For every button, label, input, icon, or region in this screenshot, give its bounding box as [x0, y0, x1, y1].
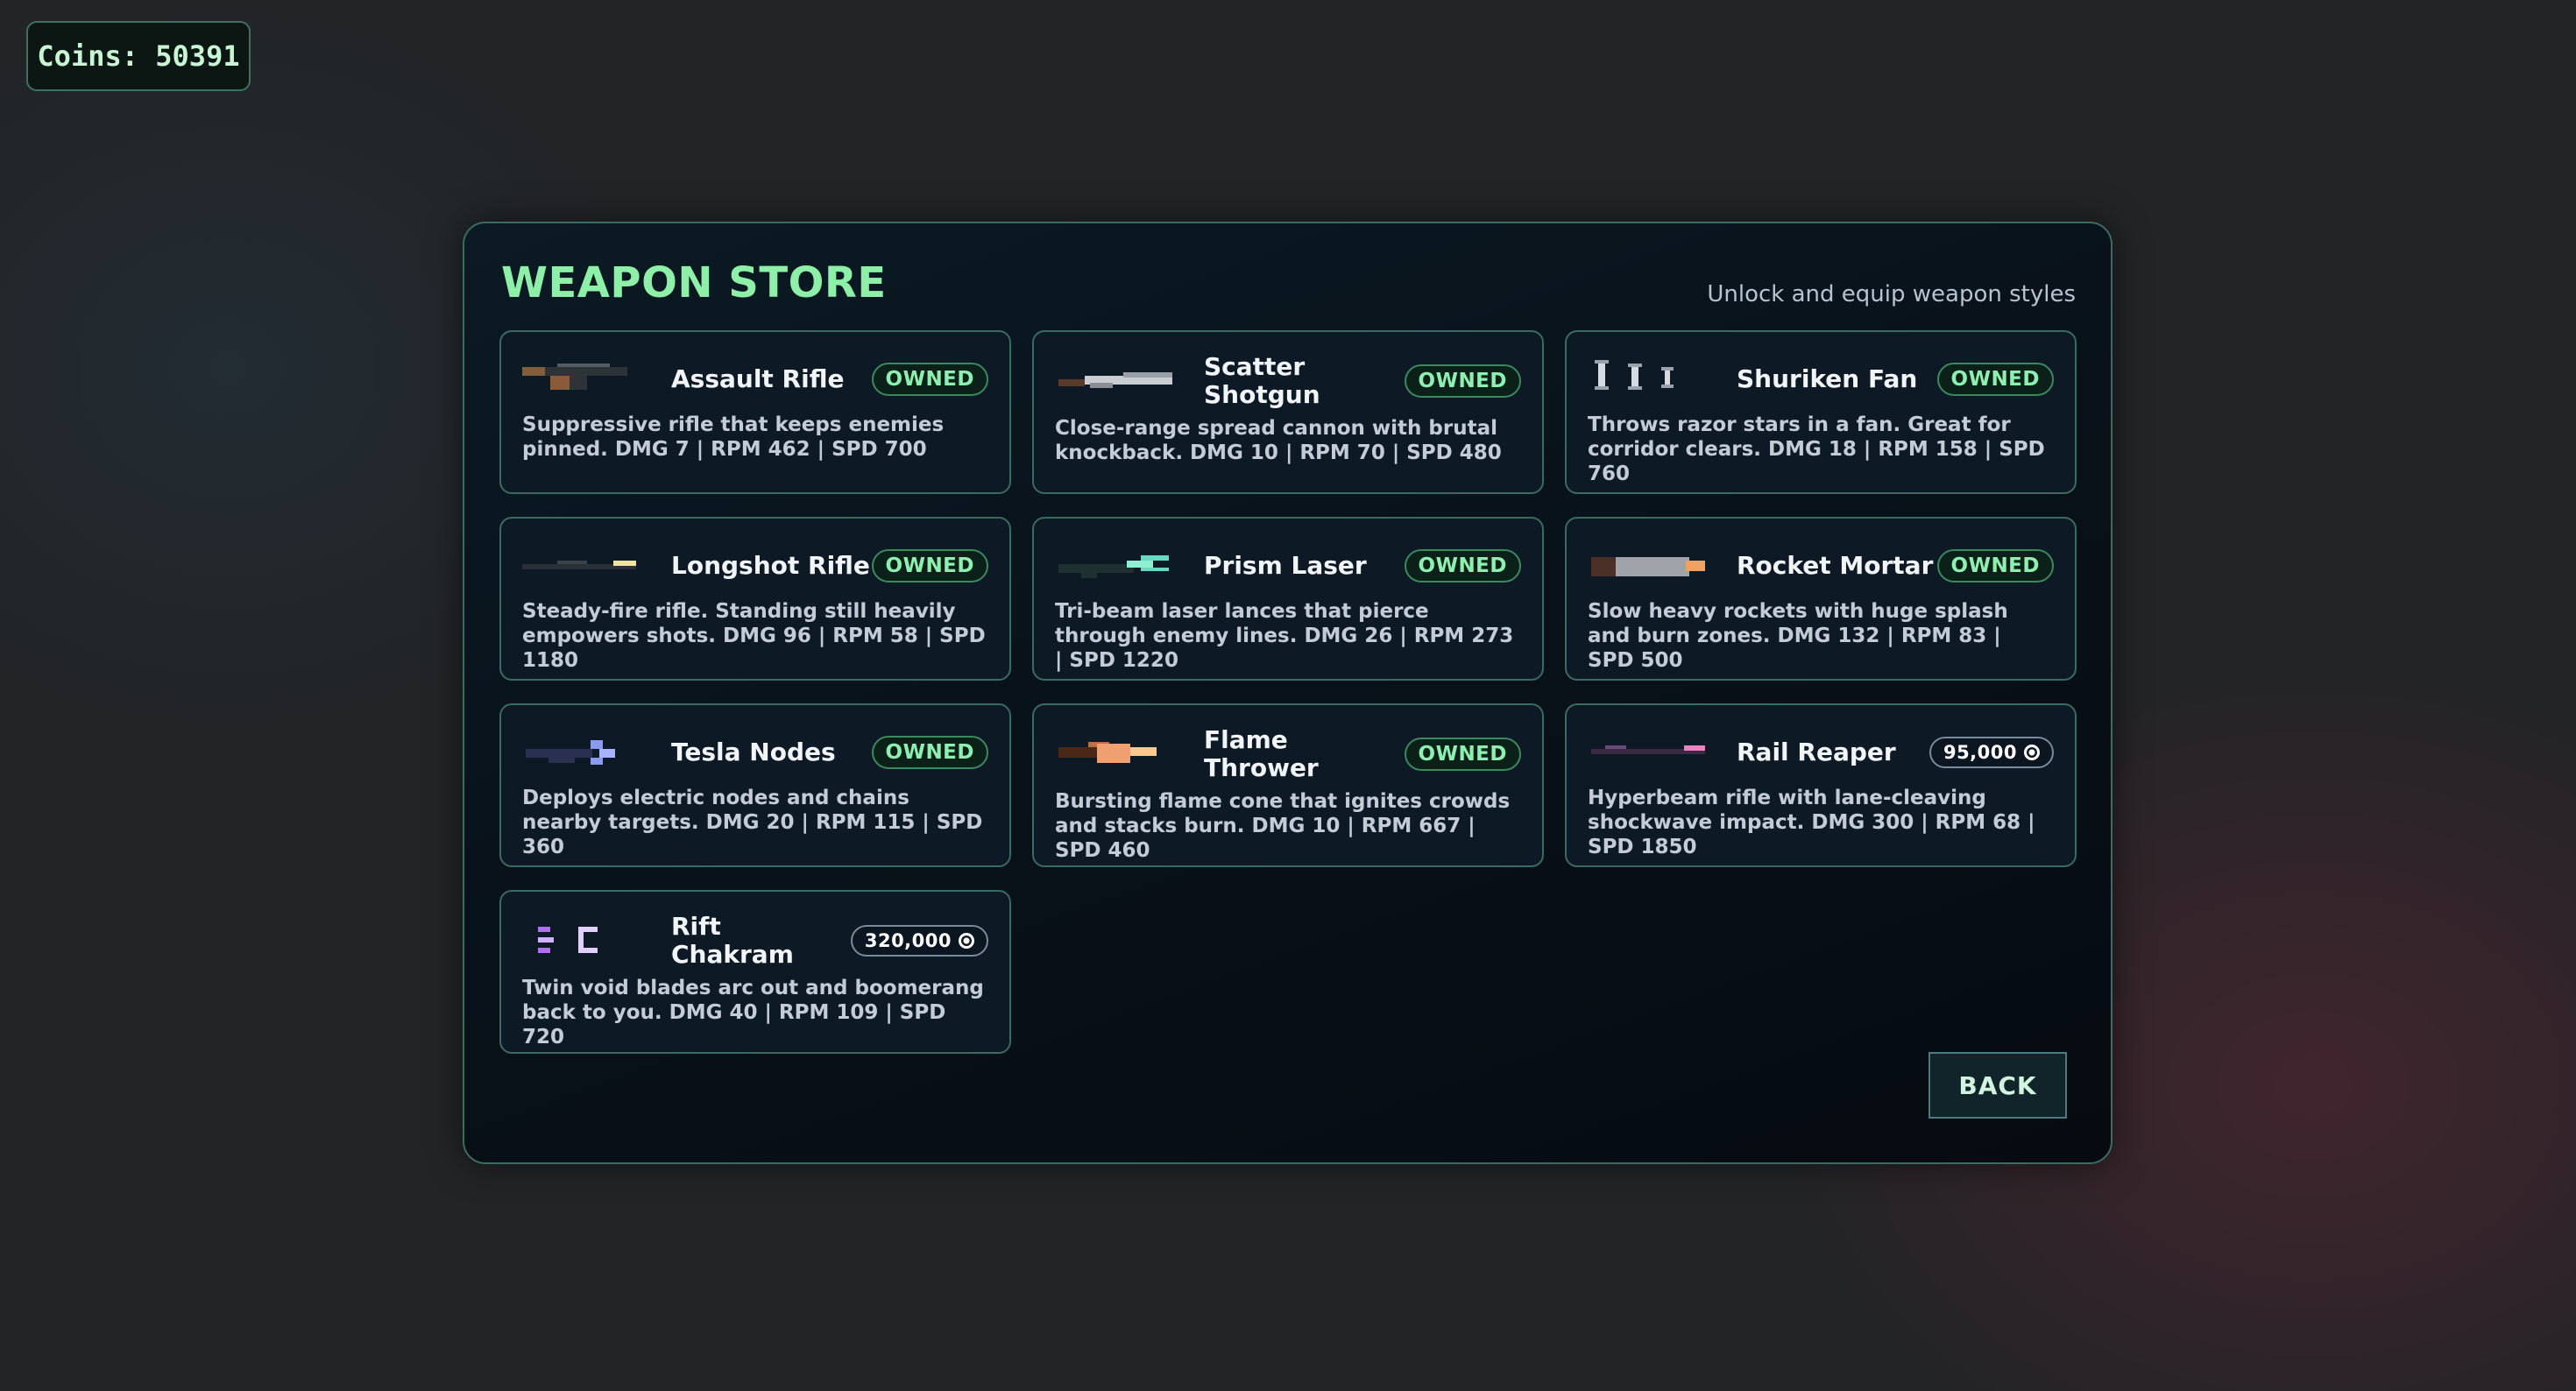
rocket-mortar-icon	[1591, 557, 1705, 576]
store-subtitle: Unlock and equip weapon styles	[1707, 281, 2076, 307]
price-value: 320,000	[864, 930, 952, 951]
weapon-name: Assault Rifle	[671, 364, 845, 393]
owned-badge: OWNED	[1936, 363, 2054, 396]
price-value: 95,000	[1943, 742, 2017, 763]
weapon-name: Scatter Shotgun	[1204, 352, 1320, 409]
weapon-name: Prism Laser	[1204, 551, 1367, 580]
shuriken-fan-icon	[1595, 360, 1674, 390]
weapon-description: Throws razor stars in a fan. Great for c…	[1588, 413, 2045, 485]
owned-badge: OWNED	[871, 363, 988, 396]
back-button[interactable]: BACK	[1928, 1052, 2067, 1119]
weapon-description: Slow heavy rockets with huge splash and …	[1588, 600, 2008, 672]
weapon-card-longshot-rifle[interactable]: Longshot Rifle OWNED Steady-fire rifle. …	[499, 517, 1011, 681]
weapon-description: Deploys electric nodes and chains nearby…	[522, 787, 983, 858]
weapon-description: Bursting flame cone that ignites crowds …	[1055, 790, 1511, 862]
weapon-description: Tri-beam laser lances that pierce throug…	[1055, 600, 1514, 672]
owned-badge: OWNED	[871, 549, 988, 583]
coin-icon	[2024, 745, 2040, 760]
weapon-name: Tesla Nodes	[671, 738, 836, 766]
weapon-card-rift-chakram[interactable]: Rift Chakram 320,000 Twin void blades ar…	[499, 890, 1011, 1054]
weapon-card-scatter-shotgun[interactable]: Scatter Shotgun OWNED Close-range spread…	[1032, 330, 1544, 494]
weapon-store-panel: WEAPON STORE Unlock and equip weapon sty…	[463, 222, 2112, 1164]
weapon-card-shuriken-fan[interactable]: Shuriken Fan OWNED Throws razor stars in…	[1565, 330, 2077, 494]
rail-reaper-icon	[1591, 745, 1705, 754]
weapon-name: Longshot Rifle	[671, 551, 870, 580]
weapon-card-assault-rifle[interactable]: Assault Rifle OWNED Suppressive rifle th…	[499, 330, 1011, 494]
weapon-description: Hyperbeam rifle with lane-cleaving shock…	[1588, 787, 2035, 858]
coins-counter: Coins: 50391	[26, 21, 251, 91]
price-badge[interactable]: 95,000	[1928, 737, 2054, 768]
owned-badge: OWNED	[1404, 738, 1521, 771]
weapon-grid: Assault Rifle OWNED Suppressive rifle th…	[499, 330, 2077, 1054]
weapon-description: Steady-fire rifle. Standing still heavil…	[522, 600, 986, 672]
assault-rifle-icon	[522, 364, 627, 390]
weapon-description: Twin void blades arc out and boomerang b…	[522, 977, 984, 1049]
weapon-name: Rocket Mortar	[1737, 551, 1934, 580]
rift-chakram-icon	[538, 927, 598, 953]
weapon-name: Rail Reaper	[1737, 738, 1896, 766]
weapon-card-rocket-mortar[interactable]: Rocket Mortar OWNED Slow heavy rockets w…	[1565, 517, 2077, 681]
owned-badge: OWNED	[1404, 364, 1521, 398]
prism-laser-icon	[1058, 555, 1169, 578]
weapon-card-prism-laser[interactable]: Prism Laser OWNED Tri-beam laser lances …	[1032, 517, 1544, 681]
weapon-name: Flame Thrower	[1204, 725, 1319, 782]
weapon-description: Suppressive rifle that keeps enemies pin…	[522, 413, 945, 461]
store-title: WEAPON STORE	[501, 258, 887, 307]
weapon-card-tesla-nodes[interactable]: Tesla Nodes OWNED Deploys electric nodes…	[499, 703, 1011, 867]
weapon-card-rail-reaper[interactable]: Rail Reaper 95,000 Hyperbeam rifle with …	[1565, 703, 2077, 867]
weapon-name: Rift Chakram	[671, 912, 794, 969]
flame-thrower-icon	[1058, 742, 1157, 763]
owned-badge: OWNED	[1404, 549, 1521, 583]
tesla-nodes-icon	[526, 740, 615, 765]
coin-icon	[959, 933, 974, 949]
scatter-shotgun-icon	[1058, 372, 1172, 388]
owned-badge: OWNED	[1936, 549, 2054, 583]
owned-badge: OWNED	[871, 736, 988, 769]
price-badge[interactable]: 320,000	[850, 925, 988, 957]
longshot-rifle-icon	[522, 561, 636, 569]
weapon-description: Close-range spread cannon with brutal kn…	[1055, 417, 1502, 464]
weapon-name: Shuriken Fan	[1737, 364, 1918, 393]
weapon-card-flame-thrower[interactable]: Flame Thrower OWNED Bursting flame cone …	[1032, 703, 1544, 867]
